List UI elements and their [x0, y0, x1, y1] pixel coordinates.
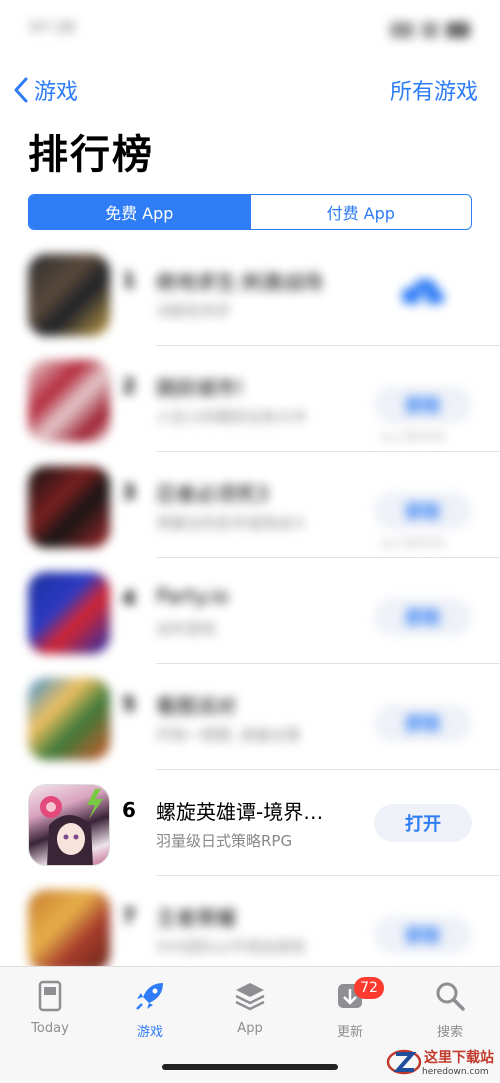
- open-button[interactable]: 打开: [374, 804, 472, 842]
- tab-search[interactable]: 搜索: [410, 979, 490, 1040]
- navigation-bar: 游戏 所有游戏: [0, 70, 500, 110]
- tab-apps[interactable]: App: [210, 979, 290, 1039]
- rank-number: 5: [122, 692, 136, 716]
- app-subtitle: 开局一把图, 装备全靠: [156, 726, 301, 744]
- tab-label: Today: [31, 1021, 69, 1036]
- get-button[interactable]: 获取: [374, 916, 472, 954]
- chevron-left-icon: [14, 77, 28, 103]
- today-icon: [38, 980, 62, 1012]
- in-app-purchase-note: App 内购买项目: [380, 539, 446, 549]
- update-count-badge: 72: [354, 977, 384, 999]
- rank-number: 1: [122, 268, 136, 292]
- watermark-url: heredown.com: [422, 1067, 489, 1077]
- cloud-download-icon[interactable]: [398, 274, 448, 314]
- divider: [156, 451, 500, 452]
- app-subtitle: 人生小的跳跃也有大冲: [156, 408, 307, 426]
- tab-label: 游戏: [136, 1025, 163, 1040]
- tab-label: 搜索: [436, 1025, 463, 1040]
- tab-games[interactable]: 游戏: [110, 979, 190, 1040]
- rank-number: 6: [122, 798, 136, 822]
- tab-label: App: [237, 1021, 263, 1036]
- app-subtitle: 用最全的武术道具战斗: [156, 514, 307, 532]
- app-subtitle: 羽量级日式策略RPG: [156, 832, 293, 850]
- divider: [156, 769, 500, 770]
- watermark-title: 这里下载站: [424, 1050, 494, 1066]
- segment-free-apps[interactable]: 免费 App: [29, 195, 250, 229]
- app-subtitle: 动作游戏: [156, 620, 217, 638]
- app-icon: [28, 360, 110, 442]
- app-name: 王者荣耀: [156, 906, 236, 930]
- status-time: 07:28: [30, 20, 76, 36]
- app-name: Party.io: [156, 584, 229, 608]
- tab-today[interactable]: Today: [10, 979, 90, 1039]
- list-item[interactable]: 1 绝地求生:刺激战场 决胜吃鸡手: [0, 246, 500, 346]
- app-subtitle: 5V5团队公平竞技游戏: [156, 938, 306, 956]
- get-button[interactable]: 获取: [374, 598, 472, 636]
- divider: [156, 875, 500, 876]
- home-indicator: [162, 1064, 338, 1070]
- watermark-logo-icon: [386, 1049, 422, 1075]
- watermark: 这里下载站 heredown.com: [386, 1044, 494, 1080]
- app-icon: [28, 572, 110, 654]
- all-games-link[interactable]: 所有游戏: [390, 70, 478, 110]
- rank-number: 2: [122, 374, 136, 398]
- layers-icon: [235, 983, 265, 1011]
- app-icon: [28, 784, 110, 866]
- list-item[interactable]: 4 Party.io 动作游戏 获取: [0, 564, 500, 664]
- rocket-icon: [136, 983, 163, 1010]
- app-name: 绝地求生:刺激战场: [156, 270, 323, 294]
- get-button[interactable]: 获取: [374, 704, 472, 742]
- app-icon: [28, 678, 110, 760]
- anime-character-art: [40, 789, 103, 865]
- tab-label: 更新: [336, 1025, 363, 1040]
- status-bar: 07:28: [0, 14, 500, 50]
- status-icons: [390, 22, 470, 38]
- app-name: 螺旋英雄谭-境界…: [156, 800, 324, 824]
- app-icon: [28, 466, 110, 548]
- rank-number: 4: [122, 586, 136, 610]
- back-label: 游戏: [34, 80, 79, 105]
- app-subtitle: 决胜吃鸡手: [156, 302, 232, 320]
- app-icon: [28, 890, 110, 972]
- search-icon: [436, 982, 465, 1011]
- list-item[interactable]: 6 螺旋英雄谭-境界… 羽量级日式策略RPG 打开: [0, 776, 500, 876]
- rank-number: 7: [122, 904, 136, 928]
- divider: [156, 345, 500, 346]
- app-name: 看图派对: [156, 694, 236, 718]
- page-title: 排行榜: [28, 132, 154, 178]
- list-item[interactable]: 3 忍者必须死3 用最全的武术道具战斗 获取 App 内购买项目: [0, 458, 500, 558]
- app-name: 忍者必须死3: [156, 482, 269, 506]
- app-name: 跳跃城市!: [156, 376, 245, 400]
- list-item[interactable]: 2 跳跃城市! 人生小的跳跃也有大冲 获取 App 内购买项目: [0, 352, 500, 452]
- segmented-control: 免费 App 付费 App: [28, 194, 472, 230]
- app-icon: [28, 254, 110, 336]
- get-button[interactable]: 获取: [374, 492, 472, 530]
- segment-paid-apps[interactable]: 付费 App: [249, 195, 472, 229]
- get-button[interactable]: 获取: [374, 386, 472, 424]
- tab-updates[interactable]: 72 更新: [310, 977, 390, 1040]
- divider: [156, 663, 500, 664]
- divider: [156, 557, 500, 558]
- in-app-purchase-note: App 内购买项目: [380, 433, 446, 443]
- list-item[interactable]: 5 看图派对 开局一把图, 装备全靠 获取: [0, 670, 500, 770]
- rank-number: 3: [122, 480, 136, 504]
- back-button[interactable]: 游戏: [12, 70, 78, 110]
